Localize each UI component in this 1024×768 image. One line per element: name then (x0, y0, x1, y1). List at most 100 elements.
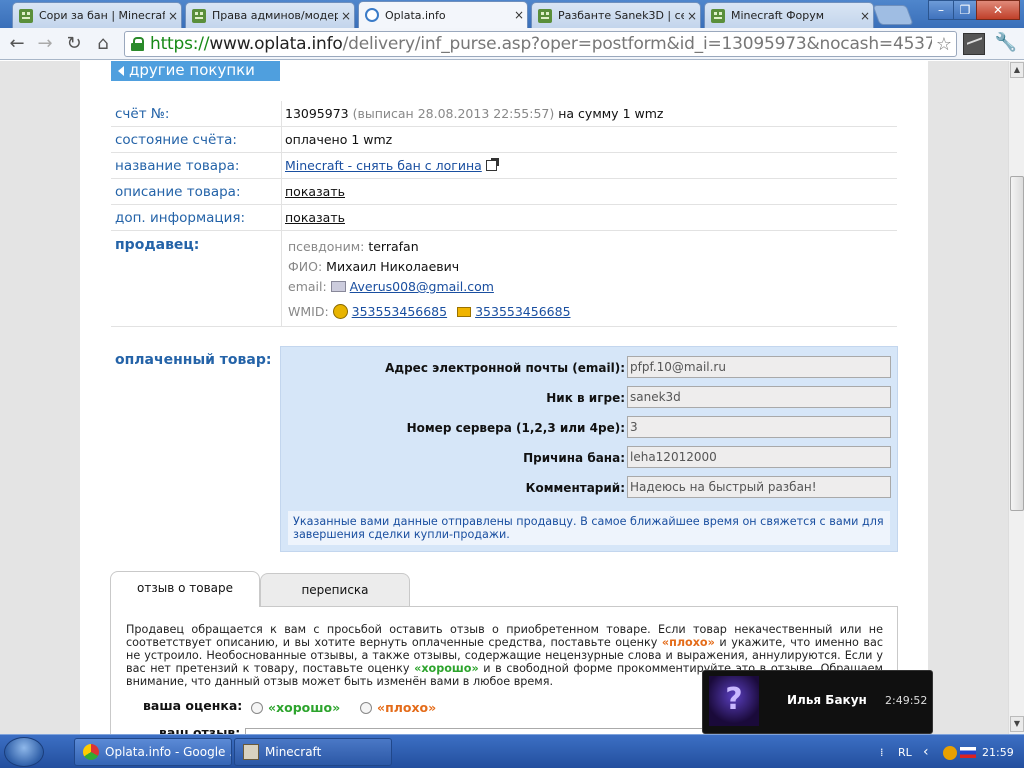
paid-goods-label: оплаченный товар: (115, 352, 272, 368)
product-name-value: Minecraft - снять бан с логина (285, 158, 499, 173)
url-path: /delivery/inf_purse.asp?oper=postform&id… (342, 34, 932, 54)
minecraft-app-icon (243, 744, 259, 760)
nick-input[interactable]: sanek3d (627, 386, 891, 408)
back-icon[interactable]: ← (5, 32, 29, 56)
email-input[interactable]: pfpf.10@mail.ru (627, 356, 891, 378)
tab-title: Minecraft Форум (731, 9, 825, 22)
status-value: оплачено 1 wmz (285, 132, 393, 147)
show-extra-info-link[interactable]: показать (285, 210, 345, 225)
scroll-up-arrow-icon[interactable]: ▲ (1010, 62, 1024, 78)
wmid-link[interactable]: 353553456685 (352, 304, 447, 319)
reload-icon[interactable]: ↻ (62, 32, 86, 56)
field-nick: Ник в игре: sanek3d (281, 386, 899, 410)
language-indicator[interactable]: RL (898, 746, 912, 759)
field-email: Адрес электронной почты (email): pfpf.10… (281, 356, 899, 380)
invoice-value: 13095973 (выписан 28.08.2013 22:55:57) н… (285, 106, 664, 121)
invoice-row: счёт №: 13095973 (выписан 28.08.2013 22:… (111, 101, 897, 127)
rating-good-label[interactable]: «хорошо» (268, 700, 340, 715)
tab-close-icon[interactable]: × (684, 9, 700, 23)
browser-tab-5[interactable]: Minecraft Форум × (704, 2, 874, 28)
external-link-icon[interactable] (485, 158, 499, 171)
show-description-link[interactable]: показать (285, 184, 345, 199)
browser-tab-active[interactable]: Oplata.info × (358, 1, 528, 28)
minecraft-favicon-icon (19, 8, 33, 23)
scroll-thumb[interactable] (1010, 176, 1024, 511)
field-label: Комментарий: (525, 481, 625, 495)
tab-close-icon[interactable]: × (857, 9, 873, 23)
minecraft-favicon-icon (192, 8, 206, 23)
new-tab-button[interactable] (872, 5, 914, 25)
browser-tab-1[interactable]: Сори за бан | Minecraft × (12, 2, 182, 28)
address-bar[interactable]: https://www.oplata.info/delivery/inf_pur… (124, 31, 957, 57)
tray-expand-icon[interactable]: ‹ (923, 744, 929, 760)
seller-email: email: Averus008@gmail.com (288, 279, 494, 294)
tab-close-icon[interactable]: × (165, 9, 181, 23)
seller-nick: псевдоним: terrafan (288, 239, 419, 254)
browser-tab-2[interactable]: Права админов/модеро × (185, 2, 355, 28)
your-review-label: ваш отзыв: (159, 725, 241, 734)
product-name-link[interactable]: Minecraft - снять бан с логина (285, 158, 482, 173)
system-tray: ⁞ RL ‹ 21:59 (880, 735, 1024, 768)
tab-title: Oplata.info (385, 8, 446, 22)
minecraft-favicon-icon (538, 8, 552, 23)
product-name-row: название товара: Minecraft - снять бан с… (111, 153, 897, 179)
tab-chat[interactable]: переписка (260, 573, 410, 606)
field-ban-reason: Причина бана: leha12012000 (281, 446, 899, 470)
seller-email-link[interactable]: Averus008@gmail.com (350, 279, 494, 294)
star-icon[interactable]: ☆ (932, 34, 956, 55)
url-host: www.oplata.info (209, 34, 343, 54)
back-link-other-purchases[interactable]: другие покупки (111, 61, 280, 81)
tab-title: Сори за бан | Minecraft (39, 9, 165, 22)
tab-strip: Сори за бан | Minecraft × Права админов/… (0, 0, 1024, 28)
russian-flag-icon[interactable] (960, 747, 976, 758)
oplata-favicon-icon (365, 8, 379, 22)
home-icon[interactable]: ⌂ (91, 32, 115, 56)
seller-section: продавец: псевдоним: terrafan ФИО: Михаи… (111, 231, 897, 327)
ban-reason-input[interactable]: leha12012000 (627, 446, 891, 468)
rating-good-radio[interactable] (251, 702, 263, 714)
rating-bad-label[interactable]: «плохо» (377, 700, 436, 715)
wmid-message-link[interactable]: 353553456685 (475, 304, 570, 319)
scroll-down-arrow-icon[interactable]: ▼ (1010, 716, 1024, 732)
comment-input[interactable]: Надеюсь на быстрый разбан! (627, 476, 891, 498)
extra-info-row: доп. информация: показать (111, 205, 897, 231)
clock[interactable]: 21:59 (982, 746, 1014, 759)
server-input[interactable]: 3 (627, 416, 891, 438)
page-viewport: другие покупки счёт №: 13095973 (выписан… (0, 61, 1008, 734)
call-notification[interactable]: Илья Бакун 2:49:52 (702, 670, 933, 734)
envelope-icon[interactable] (457, 307, 472, 317)
close-window-button[interactable]: ✕ (976, 0, 1020, 20)
minimize-button[interactable]: – (928, 0, 954, 20)
seller-wmid: WMID: 353553456685 353553456685 (288, 304, 571, 319)
caller-name: Илья Бакун (787, 693, 867, 707)
start-button[interactable] (4, 737, 44, 767)
tab-close-icon[interactable]: × (338, 9, 354, 23)
mail-icon (330, 281, 346, 292)
tray-app-icon[interactable] (943, 746, 957, 760)
tab-close-icon[interactable]: × (511, 8, 527, 22)
status-label: состояние счёта: (115, 132, 237, 148)
avatar (709, 676, 759, 726)
field-server: Номер сервера (1,2,3 или 4ре): 3 (281, 416, 899, 440)
field-label: Причина бана: (523, 451, 625, 465)
vertical-scrollbar[interactable]: ▲ ▼ (1008, 61, 1024, 734)
taskbar-item-chrome[interactable]: Oplata.info - Google ... (74, 738, 232, 766)
call-time: 2:49:52 (885, 694, 928, 707)
maximize-button[interactable]: ❐ (953, 0, 977, 20)
seller-label: продавец: (115, 237, 200, 253)
seller-fio: ФИО: Михаил Николаевич (288, 259, 460, 274)
lock-icon (131, 37, 145, 51)
taskbar-item-minecraft[interactable]: Minecraft (234, 738, 392, 766)
taskbar: Oplata.info - Google ... Minecraft ⁞ RL … (0, 734, 1024, 768)
field-comment: Комментарий: Надеюсь на быстрый разбан! (281, 476, 899, 500)
extension-icon[interactable] (963, 33, 985, 55)
url-text[interactable]: https://www.oplata.info/delivery/inf_pur… (150, 34, 932, 54)
tab-title: Разбанте Sanek3D | сер (558, 9, 684, 22)
browser-tab-4[interactable]: Разбанте Sanek3D | сер × (531, 2, 701, 28)
field-label: Адрес электронной почты (email): (385, 361, 625, 375)
rating-label: ваша оценка: (143, 698, 243, 713)
forward-icon[interactable]: → (33, 32, 57, 56)
rating-bad-radio[interactable] (360, 702, 372, 714)
wrench-icon[interactable]: 🔧 (994, 32, 1018, 56)
tab-review[interactable]: отзыв о товаре (110, 571, 260, 607)
